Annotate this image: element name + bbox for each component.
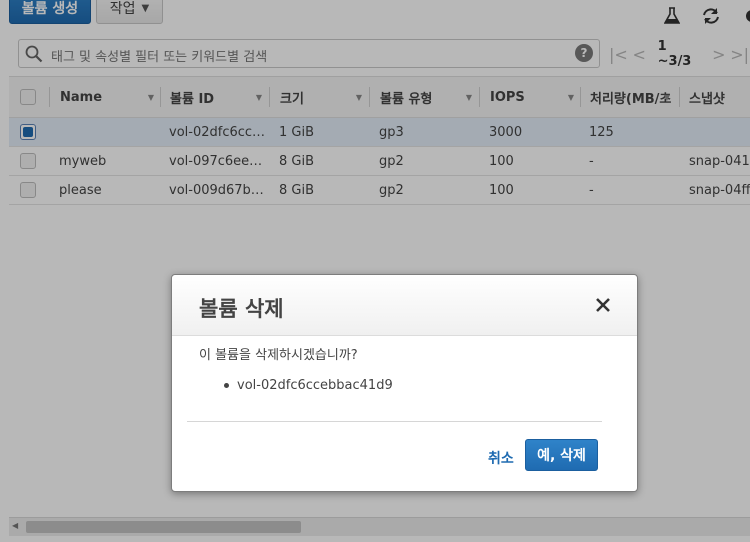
confirm-delete-button[interactable]: 예, 삭제	[525, 439, 598, 471]
divider	[187, 421, 602, 422]
dialog-question: 이 볼륨을 삭제하시겠습니까?	[199, 348, 358, 363]
delete-volume-dialog: 볼륨 삭제 이 볼륨을 삭제하시겠습니까? vol-02dfc6ccebbac4…	[171, 274, 638, 492]
close-icon[interactable]	[593, 295, 613, 315]
volume-list-item: vol-02dfc6ccebbac41d9	[224, 378, 393, 393]
dialog-title: 볼륨 삭제	[199, 297, 284, 321]
bullet-icon	[224, 383, 229, 388]
cancel-button[interactable]: 취소	[488, 448, 514, 468]
volumes-page: 볼륨 생성 작업 ▼ 태그 및 속성별 필터 또는 키워드별 검색 ? |< <…	[0, 0, 750, 542]
dialog-header: 볼륨 삭제	[172, 275, 637, 336]
volume-id-text: vol-02dfc6ccebbac41d9	[237, 378, 393, 393]
